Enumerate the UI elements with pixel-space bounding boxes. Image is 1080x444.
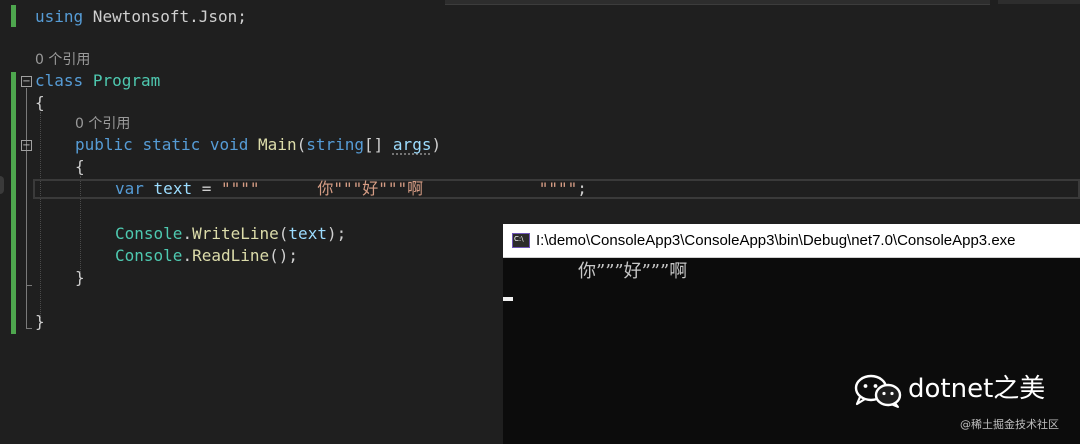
keyword-using: using	[35, 7, 84, 26]
parameter-args: args	[392, 135, 432, 154]
paren-semicolon: ();	[269, 246, 299, 265]
change-indicator	[11, 5, 16, 27]
namespace-name: Newtonsoft.Json;	[83, 7, 247, 26]
brace: {	[35, 93, 45, 112]
collapse-method-icon[interactable]: −	[21, 140, 32, 151]
code-line-inner-brace-close[interactable]: }	[75, 267, 85, 289]
paren-semicolon: );	[326, 224, 347, 243]
codelens-text: 0 个引用	[35, 52, 91, 68]
brace: }	[75, 268, 85, 287]
watermark-brand: dotnet之美	[908, 374, 1046, 404]
codelens-references-class[interactable]: 0 个引用	[35, 51, 90, 69]
keyword-string: string	[306, 135, 365, 154]
dot: .	[182, 224, 193, 243]
code-line-writeline[interactable]: Console.WriteLine(text);	[115, 223, 346, 245]
fold-end-tick	[26, 328, 32, 329]
collapse-class-icon[interactable]: −	[21, 76, 32, 87]
breakpoint-margin-marker[interactable]	[0, 176, 4, 194]
code-line-brace-close[interactable]: }	[35, 311, 45, 333]
paren: (	[296, 135, 307, 154]
fold-end-tick	[26, 285, 32, 286]
brackets: []	[364, 135, 393, 154]
keyword-void: void	[209, 135, 249, 154]
variable-text: text	[153, 179, 193, 198]
semicolon: ;	[577, 179, 587, 198]
code-line-brace-open[interactable]: {	[35, 92, 45, 114]
class-console: Console	[115, 246, 183, 265]
code-line-inner-brace-open[interactable]: {	[75, 156, 85, 178]
raw-string-literal: """" 你"""好"""啊 """"	[220, 179, 578, 198]
console-cursor	[503, 297, 513, 301]
codelens-references-main[interactable]: 0 个引用	[75, 115, 130, 133]
console-titlebar[interactable]: C:\ I:\demo\ConsoleApp3\ConsoleApp3\bin\…	[503, 224, 1080, 258]
codelens-text: 0 个引用	[75, 116, 131, 132]
code-line-using[interactable]: using Newtonsoft.Json;	[35, 6, 247, 28]
code-line-readline[interactable]: Console.ReadLine();	[115, 245, 298, 267]
dot: .	[182, 246, 193, 265]
assign-operator: =	[192, 179, 221, 198]
code-line-var-text[interactable]: var text = """" 你"""好"""啊 """";	[115, 178, 587, 200]
keyword-var: var	[115, 179, 144, 198]
console-window[interactable]: C:\ I:\demo\ConsoleApp3\ConsoleApp3\bin\…	[503, 224, 1080, 444]
change-indicator	[11, 72, 16, 334]
class-console: Console	[115, 224, 183, 243]
paren: )	[431, 135, 442, 154]
keyword-public: public	[75, 135, 133, 154]
code-line-class[interactable]: class Program	[35, 70, 160, 92]
wechat-icon	[854, 374, 902, 408]
keyword-static: static	[142, 135, 201, 154]
console-output: 你”””好”””啊	[578, 261, 688, 282]
console-app-icon: C:\	[512, 233, 530, 248]
argument-text: text	[288, 224, 327, 243]
fold-line	[26, 88, 27, 328]
watermark-sub: @稀土掘金技术社区	[960, 418, 1059, 431]
method-writeline: WriteLine	[192, 224, 279, 243]
indent-guide	[40, 112, 41, 318]
keyword-class: class	[35, 71, 84, 90]
method-readline: ReadLine	[192, 246, 270, 265]
class-name: Program	[92, 71, 161, 90]
brace: }	[35, 312, 45, 331]
method-name: Main	[258, 135, 297, 154]
paren: (	[278, 224, 289, 243]
console-title: I:\demo\ConsoleApp3\ConsoleApp3\bin\Debu…	[536, 232, 1016, 249]
brace: {	[75, 157, 85, 176]
code-line-main[interactable]: public static void Main(string[] args)	[75, 134, 441, 156]
console-app-icon-label: C:\	[514, 235, 524, 243]
